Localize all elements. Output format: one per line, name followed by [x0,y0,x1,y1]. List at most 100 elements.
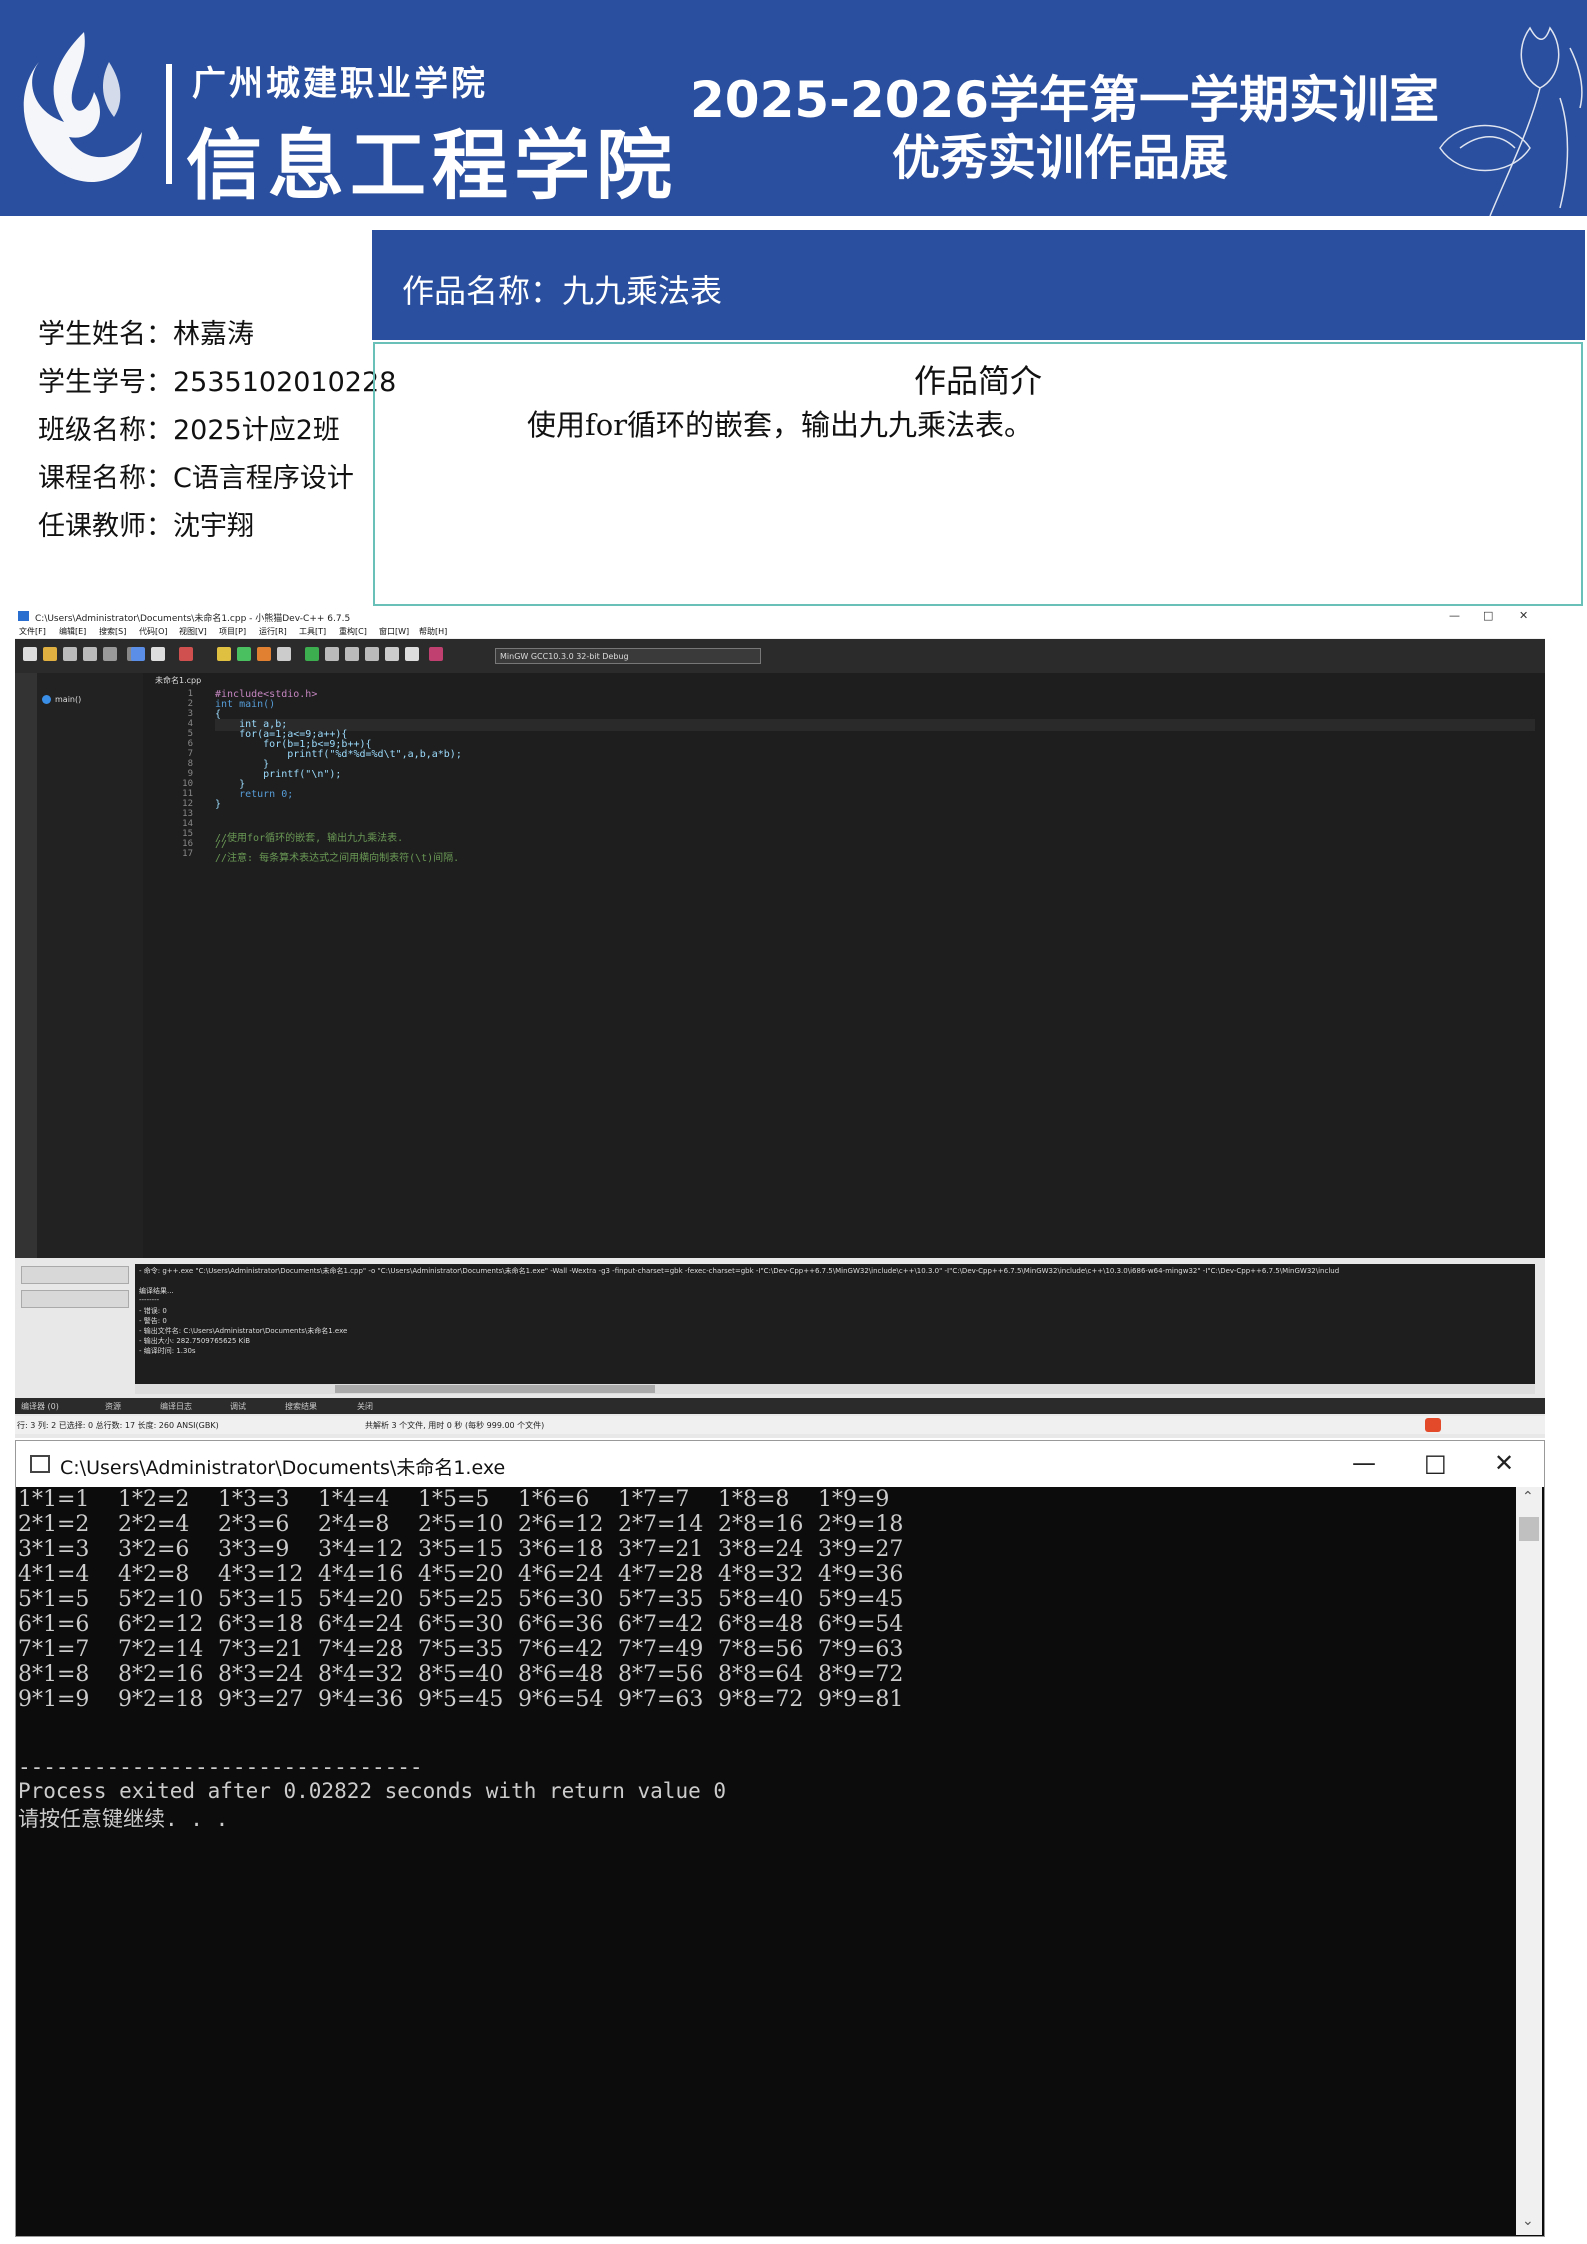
table-cell: 7*9=63 [818,1637,904,1662]
table-cell: 2*7=14 [618,1512,704,1537]
intro-text: 使用for循环的嵌套，输出九九乘法表。 [527,408,1034,442]
save-all-icon[interactable] [83,647,97,661]
console-minimize-icon[interactable]: — [1352,1449,1376,1477]
compile-project-icon[interactable] [217,647,231,661]
table-cell: 9*5=45 [418,1687,504,1712]
tab-compile-log[interactable]: 编译日志 [160,1401,192,1412]
menu-window[interactable]: 窗口[W] [379,626,409,637]
open-file-icon[interactable] [43,647,57,661]
table-cell: 9*9=81 [818,1687,904,1712]
compiler-select[interactable]: MinGW GCC10.3.0 32-bit Debug [495,648,761,664]
close-icon[interactable]: ✕ [1519,609,1528,622]
status-parse-info: 共解析 3 个文件, 用时 0 秒 (每秒 999.00 个文件) [365,1421,545,1430]
course-name: 课程名称：C语言程序设计 [38,463,354,494]
table-cell: 5*4=20 [318,1587,404,1612]
scroll-up-icon[interactable]: ⌃ [1522,1489,1534,1505]
table-cell: 1*5=5 [418,1487,490,1512]
console-scrollbar[interactable]: ⌃ ⌄ [1516,1487,1542,2235]
console-maximize-icon[interactable]: □ [1424,1449,1447,1477]
menu-view[interactable]: 视图[V] [179,626,207,637]
menu-code[interactable]: 代码[O] [139,626,168,637]
new-file-icon[interactable] [23,647,37,661]
table-cell: 6*4=24 [318,1612,404,1637]
table-cell: 6*3=18 [218,1612,304,1637]
table-cell: 4*7=28 [618,1562,704,1587]
log-line: -------- [139,1296,160,1304]
menu-edit[interactable]: 编辑[E] [59,626,86,637]
abort-compile-button[interactable] [21,1266,129,1284]
input-method-icon[interactable] [1425,1418,1441,1432]
save-icon[interactable] [63,647,77,661]
table-cell: 9*2=18 [118,1687,204,1712]
menu-search[interactable]: 搜索[S] [99,626,126,637]
table-cell: 3*4=12 [318,1537,404,1562]
step-into-icon[interactable] [345,647,359,661]
line-number: 16 [182,839,193,849]
ide-bottom-panel: - 命令: g++.exe "C:\Users\Administrator\Do… [15,1258,1545,1438]
minimize-icon[interactable]: — [1449,609,1460,622]
console-titlebar: C:\Users\Administrator\Documents\未命名1.ex… [16,1441,1544,1487]
tab-resources[interactable]: 资源 [105,1401,121,1412]
table-cell: 9*1=9 [18,1687,90,1712]
lotus-decoration-icon [1439,26,1583,216]
tab-close[interactable]: 关闭 [357,1401,373,1412]
close-file-icon[interactable] [103,647,117,661]
output-separator: -------------------------------- [18,1755,423,1779]
editor-tab[interactable]: 未命名1.cpp [155,675,201,686]
console-close-icon[interactable]: ✕ [1494,1449,1514,1477]
table-cell: 9*8=72 [718,1687,804,1712]
line-number: 9 [187,769,193,779]
table-cell: 3*5=15 [418,1537,504,1562]
class-item-main[interactable]: main() [55,695,81,704]
tab-debug[interactable]: 调试 [230,1401,246,1412]
line-number: 10 [182,779,193,789]
menu-run[interactable]: 运行[R] [259,626,287,637]
scroll-down-icon[interactable]: ⌄ [1522,2213,1534,2229]
table-cell: 7*7=49 [618,1637,704,1662]
console-scroll-thumb[interactable] [1519,1517,1539,1541]
menu-tools[interactable]: 工具[T] [299,626,326,637]
menu-refactor[interactable]: 重构[C] [339,626,367,637]
continue-icon[interactable] [385,647,399,661]
table-cell: 7*6=42 [518,1637,604,1662]
line-number: 7 [187,749,193,759]
code-line: //使用for循环的嵌套, 输出九九乘法表. [215,833,404,844]
undo-icon[interactable] [131,647,145,661]
redo-icon[interactable] [151,647,165,661]
compile-icon[interactable] [179,647,193,661]
code-area[interactable]: #include<stdio.h> int main() { int a,b; … [215,689,1535,1258]
menu-project[interactable]: 项目[P] [219,626,246,637]
output-option-button[interactable] [21,1290,129,1308]
table-cell: 6*6=36 [518,1612,604,1637]
ide-window: C:\Users\Administrator\Documents\未命名1.cp… [15,608,1545,1438]
profile-icon[interactable] [429,647,443,661]
ide-titlebar: C:\Users\Administrator\Documents\未命名1.cp… [15,608,1545,624]
step-out-icon[interactable] [365,647,379,661]
console-output[interactable]: 1*1=1 1*2=2 1*3=3 1*4=4 1*5=5 1*6=6 1*7=7 1*8=8… [18,1487,1518,2235]
log-line: - 命令: g++.exe "C:\Users\Administrator\Do… [139,1267,1340,1275]
tab-compiler[interactable]: 编译器 (0) [21,1401,59,1412]
table-cell: 6*2=12 [118,1612,204,1637]
table-cell: 2*2=4 [118,1512,190,1537]
run-icon[interactable] [237,647,251,661]
table-cell: 8*2=16 [118,1662,204,1687]
code-editor[interactable]: 未命名1.cpp 1 2 3 4 5 6 7 8 9 10 11 12 13 1… [143,673,1545,1258]
current-line-highlight [215,719,1535,731]
table-cell: 5*2=10 [118,1587,204,1612]
stop-icon[interactable] [405,647,419,661]
menu-help[interactable]: 帮助[H] [419,626,447,637]
maximize-icon[interactable]: □ [1483,609,1493,622]
menu-file[interactable]: 文件[F] [19,626,46,637]
log-scrollbar[interactable] [135,1384,1535,1394]
table-cell: 2*5=10 [418,1512,504,1537]
step-over-icon[interactable] [325,647,339,661]
compile-run-icon[interactable] [257,647,271,661]
rebuild-icon[interactable] [277,647,291,661]
tab-search-results[interactable]: 搜索结果 [285,1401,317,1412]
debug-icon[interactable] [305,647,319,661]
exit-message: Process exited after 0.02822 seconds wit… [18,1779,727,1803]
ide-window-title: C:\Users\Administrator\Documents\未命名1.cp… [35,614,351,624]
log-line: - 错误: 0 [139,1307,167,1315]
table-cell: 9*3=27 [218,1687,304,1712]
log-scroll-thumb[interactable] [335,1385,655,1393]
